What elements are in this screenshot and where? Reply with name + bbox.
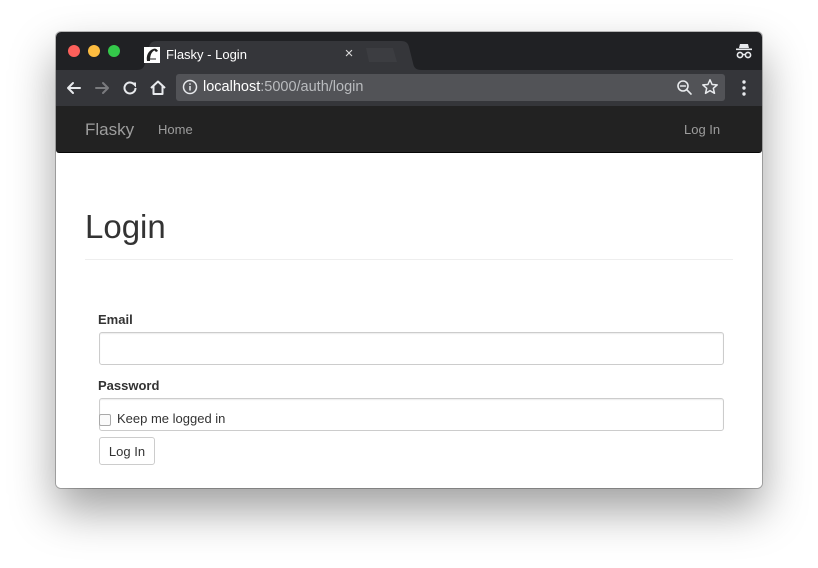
password-label: Password xyxy=(98,378,160,393)
address-url: localhost:5000/auth/login xyxy=(203,79,363,96)
page-content: Flasky Home Log In Login Email Password … xyxy=(56,106,762,488)
close-window-icon[interactable] xyxy=(68,45,80,57)
minimize-window-icon[interactable] xyxy=(88,45,100,57)
bookmark-star-icon[interactable] xyxy=(701,78,719,96)
incognito-icon xyxy=(736,44,752,59)
page-title: Login xyxy=(85,208,166,245)
flask-horn-favicon-icon xyxy=(144,47,160,63)
navbar-brand[interactable]: Flasky xyxy=(85,121,134,139)
tab-close-icon[interactable]: × xyxy=(341,46,357,62)
remember-me-checkbox[interactable] xyxy=(99,414,111,426)
home-icon[interactable] xyxy=(148,78,168,98)
browser-tab[interactable]: Flasky - Login × xyxy=(136,41,422,70)
nav-link-login[interactable]: Log In xyxy=(684,122,720,138)
url-host: localhost xyxy=(203,79,261,95)
info-icon[interactable] xyxy=(182,79,198,95)
tab-title: Flasky - Login xyxy=(166,47,247,62)
header-divider xyxy=(85,259,733,260)
top-navbar: Flasky Home Log In xyxy=(56,106,762,153)
back-arrow-icon[interactable] xyxy=(64,78,84,98)
browser-toolbar: localhost:5000/auth/login xyxy=(56,70,762,106)
email-label: Email xyxy=(98,312,133,327)
maximize-window-icon[interactable] xyxy=(108,45,120,57)
email-field[interactable] xyxy=(99,332,724,365)
reload-icon[interactable] xyxy=(120,78,140,98)
browser-window: Flasky - Login × localhost:5000/auth/log… xyxy=(56,32,762,488)
forward-arrow-icon[interactable] xyxy=(92,78,112,98)
remember-me-label[interactable]: Keep me logged in xyxy=(117,411,225,427)
tab-strip: Flasky - Login × xyxy=(56,32,762,70)
new-tab-button[interactable] xyxy=(366,48,400,62)
nav-link-home[interactable]: Home xyxy=(158,122,193,138)
zoom-out-icon[interactable] xyxy=(676,79,693,96)
url-path: :5000/auth/login xyxy=(260,79,364,95)
address-bar[interactable]: localhost:5000/auth/login xyxy=(176,74,725,101)
more-menu-icon[interactable] xyxy=(738,78,750,98)
login-submit-button[interactable]: Log In xyxy=(99,437,155,465)
